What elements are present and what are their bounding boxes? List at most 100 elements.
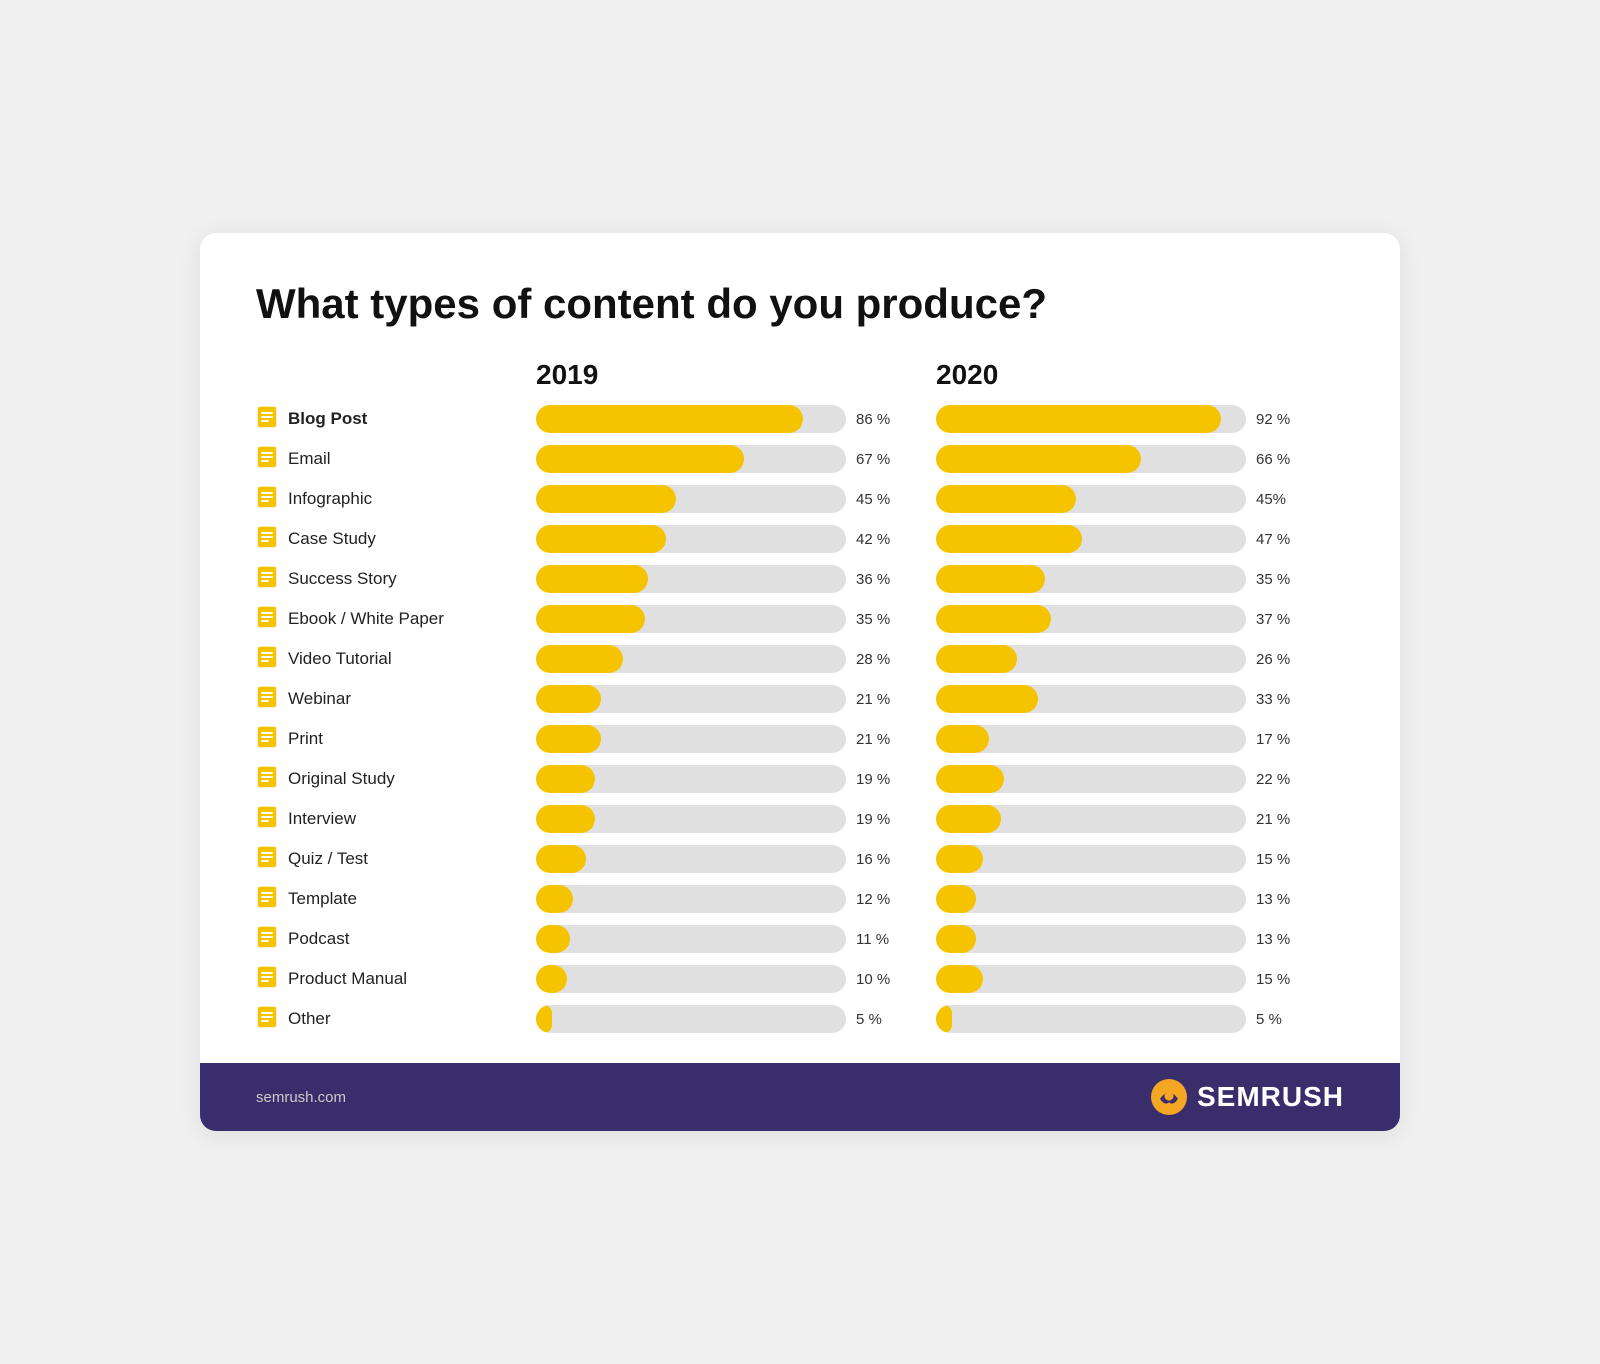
bar-group-2020: 26 % (936, 645, 1336, 673)
bar-fill-2020 (936, 725, 989, 753)
bar-fill-2020 (936, 805, 1001, 833)
bar-track-2019 (536, 405, 846, 433)
row-text: Interview (288, 809, 356, 829)
row-text: Template (288, 889, 357, 909)
bar-fill-2019 (536, 405, 803, 433)
bar-fill-2020 (936, 485, 1076, 513)
bar-group-2019: 35 % (536, 605, 936, 633)
bar-fill-2020 (936, 685, 1038, 713)
bars-container: 45 % 45% (536, 485, 1344, 513)
bar-group-2020: 35 % (936, 565, 1336, 593)
bar-fill-2020 (936, 1005, 952, 1033)
bar-track-2020 (936, 525, 1246, 553)
document-icon (256, 726, 278, 753)
bar-label-2020: 35 % (1256, 571, 1300, 588)
bar-track-2019 (536, 605, 846, 633)
row-label: Podcast (256, 926, 536, 953)
bar-group-2020: 66 % (936, 445, 1336, 473)
bars-container: 21 % 33 % (536, 685, 1344, 713)
table-row: Webinar21 %33 % (256, 679, 1344, 719)
bars-container: 12 %13 % (536, 885, 1344, 913)
bar-track-2020 (936, 965, 1246, 993)
document-icon (256, 686, 278, 713)
bar-track-2019 (536, 805, 846, 833)
row-label: Original Study (256, 766, 536, 793)
bar-label-2019: 5 % (856, 1011, 900, 1028)
bar-track-2020 (936, 1005, 1246, 1033)
table-row: Print21 %17 % (256, 719, 1344, 759)
bar-track-2020 (936, 845, 1246, 873)
bar-track-2020 (936, 405, 1246, 433)
bar-track-2019 (536, 445, 846, 473)
bar-track-2020 (936, 885, 1246, 913)
bar-label-2019: 36 % (856, 571, 900, 588)
bar-group-2019: 86 % (536, 405, 936, 433)
row-text: Blog Post (288, 409, 367, 429)
document-icon (256, 606, 278, 633)
bar-fill-2020 (936, 565, 1045, 593)
main-card: What types of content do you produce? 20… (200, 233, 1400, 1131)
bar-group-2019: 67 % (536, 445, 936, 473)
bar-group-2019: 36 % (536, 565, 936, 593)
table-row: Ebook / White Paper35 %37 % (256, 599, 1344, 639)
table-row: Podcast11 %13 % (256, 919, 1344, 959)
table-row: Blog Post86 %92 % (256, 399, 1344, 439)
bar-fill-2020 (936, 605, 1051, 633)
document-icon (256, 926, 278, 953)
row-label: Template (256, 886, 536, 913)
year-headers: 2019 2020 (536, 359, 1344, 391)
bar-label-2020: 26 % (1256, 651, 1300, 668)
bar-fill-2019 (536, 1005, 552, 1033)
bar-label-2019: 45 % (856, 491, 900, 508)
document-icon (256, 806, 278, 833)
bars-container: 10 %15 % (536, 965, 1344, 993)
footer-logo: SEMRUSH (1151, 1079, 1344, 1115)
row-label: Product Manual (256, 966, 536, 993)
bar-group-2020: 13 % (936, 885, 1336, 913)
bar-label-2020: 5 % (1256, 1011, 1300, 1028)
table-row: Video Tutorial28 %26 % (256, 639, 1344, 679)
bar-track-2019 (536, 565, 846, 593)
document-icon (256, 406, 278, 433)
row-text: Success Story (288, 569, 397, 589)
bar-fill-2020 (936, 885, 976, 913)
row-label: Infographic (256, 486, 536, 513)
bars-container: 19 %22 % (536, 765, 1344, 793)
document-icon (256, 486, 278, 513)
bar-label-2020: 33 % (1256, 691, 1300, 708)
row-text: Product Manual (288, 969, 407, 989)
table-row: Template 12 %13 % (256, 879, 1344, 919)
row-text: Original Study (288, 769, 395, 789)
bar-group-2020: 15 % (936, 845, 1336, 873)
bar-track-2020 (936, 765, 1246, 793)
bar-group-2020: 45% (936, 485, 1336, 513)
bar-label-2019: 21 % (856, 691, 900, 708)
row-label: Video Tutorial (256, 646, 536, 673)
bar-fill-2019 (536, 885, 573, 913)
bar-fill-2019 (536, 765, 595, 793)
document-icon (256, 566, 278, 593)
bar-label-2020: 15 % (1256, 851, 1300, 868)
bar-label-2019: 35 % (856, 611, 900, 628)
document-icon (256, 766, 278, 793)
bar-fill-2019 (536, 725, 601, 753)
bar-group-2019: 21 % (536, 725, 936, 753)
bar-label-2020: 13 % (1256, 891, 1300, 908)
row-label: Other (256, 1006, 536, 1033)
footer-url: semrush.com (256, 1089, 346, 1106)
bar-track-2020 (936, 805, 1246, 833)
table-row: Product Manual 10 %15 % (256, 959, 1344, 999)
bar-group-2019: 10 % (536, 965, 936, 993)
document-icon (256, 646, 278, 673)
bar-fill-2019 (536, 925, 570, 953)
bar-group-2020: 5 % (936, 1005, 1336, 1033)
bar-group-2019: 45 % (536, 485, 936, 513)
row-text: Email (288, 449, 331, 469)
bar-label-2019: 11 % (856, 931, 900, 948)
year-2020-header: 2020 (936, 359, 1336, 391)
main-title: What types of content do you produce? (256, 281, 1344, 327)
bars-container: 16 %15 % (536, 845, 1344, 873)
bar-group-2019: 19 % (536, 805, 936, 833)
table-row: Success Story 36 % 35 % (256, 559, 1344, 599)
bar-track-2019 (536, 525, 846, 553)
